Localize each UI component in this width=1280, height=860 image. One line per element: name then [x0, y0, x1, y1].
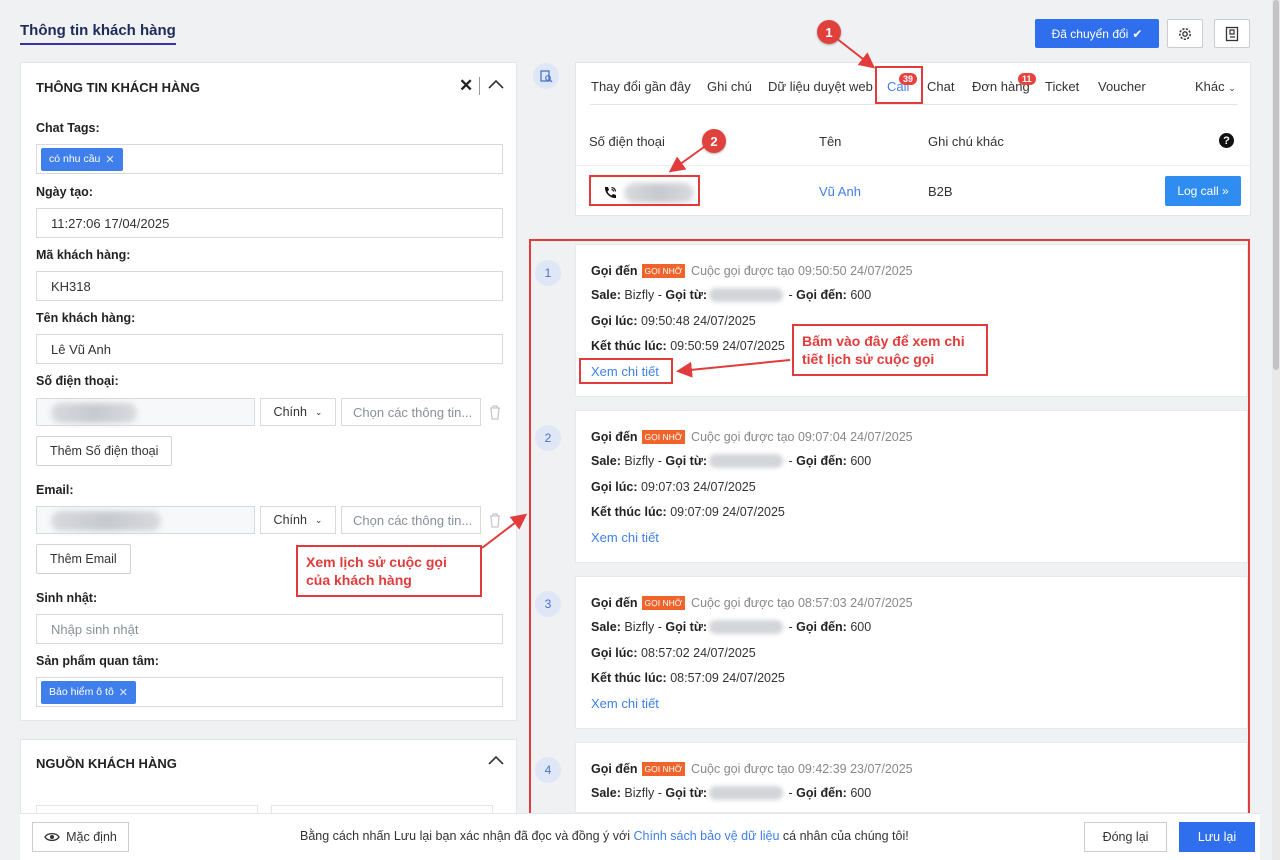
call-note: B2B — [928, 184, 953, 199]
birthday-field[interactable]: Nhập sinh nhật — [36, 614, 503, 644]
chat-tag: có nhu cầu ✕ — [41, 147, 123, 171]
remove-tag-icon[interactable]: ✕ — [105, 153, 114, 166]
tab-notes[interactable]: Ghi chú — [707, 79, 752, 94]
customer-info-heading: THÔNG TIN KHÁCH HÀNG — [36, 80, 200, 95]
col-note: Ghi chú khác — [928, 134, 1004, 149]
call-name[interactable]: Vũ Anh — [819, 184, 861, 199]
add-phone-button[interactable]: Thêm Số điện thoại — [36, 436, 173, 466]
close-icon[interactable]: ✕ — [459, 76, 473, 96]
email-type-select[interactable]: Chính ⌄ — [260, 506, 336, 534]
customer-info-card: THÔNG TIN KHÁCH HÀNG ✕ Chat Tags: có nhu… — [20, 62, 517, 721]
document-icon — [1225, 26, 1239, 41]
birthday-label: Sinh nhật: — [36, 591, 98, 605]
redacted-email — [51, 511, 161, 531]
order-count-badge: 11 — [1018, 73, 1036, 85]
gear-icon — [1179, 27, 1191, 40]
privacy-policy-link[interactable]: Chính sách bảo vệ dữ liệu — [633, 829, 779, 843]
tab-recent-changes[interactable]: Thay đổi gần đây — [591, 79, 691, 94]
customer-name-label: Tên khách hàng: — [36, 311, 136, 325]
phone-input[interactable] — [36, 398, 255, 426]
email-label: Email: — [36, 483, 74, 497]
chevron-down-icon: ⌄ — [1228, 83, 1236, 93]
chat-tags-label: Chat Tags: — [36, 121, 100, 135]
customer-code-field[interactable]: KH318 — [36, 271, 503, 301]
document-button[interactable] — [1214, 19, 1250, 48]
clipboard-search-icon[interactable] — [533, 63, 559, 89]
product-tag-text: Bảo hiểm ô tô — [49, 686, 114, 698]
save-button[interactable]: Lưu lại — [1179, 822, 1255, 852]
header-divider — [479, 77, 480, 95]
customer-source-card: NGUỒN KHÁCH HÀNG — [20, 739, 517, 820]
phone-type-select[interactable]: Chính ⌄ — [260, 398, 336, 426]
created-label: Ngày tạo: — [36, 185, 93, 199]
settings-button[interactable] — [1167, 19, 1203, 48]
customer-code-label: Mã khách hàng: — [36, 248, 131, 262]
col-name: Tên — [819, 134, 842, 149]
phone-label: Số điện thoại: — [36, 374, 119, 388]
email-type-value: Chính — [273, 513, 307, 527]
callout-call-history: Xem lịch sử cuộc gọi của khách hàng — [296, 545, 482, 597]
log-call-button[interactable]: Log call » — [1165, 176, 1241, 206]
chevron-down-icon: ⌄ — [314, 514, 323, 525]
phone-info-input[interactable]: Chọn các thông tin... — [341, 398, 481, 426]
scrollbar-thumb[interactable] — [1273, 0, 1279, 370]
consent-prefix: Bằng cách nhấn Lưu lại bạn xác nhận đã đ… — [300, 829, 634, 843]
row-divider — [576, 165, 1252, 166]
converted-label: Đã chuyển đổi — [1051, 26, 1129, 41]
page-title: Thông tin khách hàng — [20, 22, 176, 45]
chat-tag-text: có nhu cầu — [49, 153, 101, 165]
product-tag: Bảo hiểm ô tô ✕ — [41, 680, 137, 704]
chevron-up-icon[interactable] — [487, 752, 505, 770]
add-email-button[interactable]: Thêm Email — [36, 544, 131, 574]
clipboard-icon — [540, 70, 553, 83]
trash-icon[interactable] — [488, 512, 502, 528]
redacted-phone — [51, 403, 137, 423]
product-interest-field[interactable]: Bảo hiểm ô tô ✕ — [36, 677, 503, 707]
tab-web-data[interactable]: Dữ liệu duyệt web — [768, 79, 873, 94]
phone-type-value: Chính — [273, 405, 307, 419]
converted-button[interactable]: Đã chuyển đổi ✔ — [1035, 19, 1159, 48]
created-field[interactable]: 11:27:06 17/04/2025 — [36, 208, 503, 238]
chevron-up-icon[interactable] — [487, 76, 505, 94]
trash-icon[interactable] — [488, 404, 502, 420]
close-button[interactable]: Đóng lại — [1084, 822, 1167, 852]
help-icon[interactable]: ? — [1219, 133, 1234, 148]
remove-tag-icon[interactable]: ✕ — [119, 686, 128, 699]
eye-icon — [44, 832, 60, 842]
callout-view-detail: Bấm vào đây để xem chi tiết lịch sử cuộc… — [792, 324, 988, 376]
customer-name-field[interactable]: Lê Vũ Anh — [36, 334, 503, 364]
footer-bar: Mặc định Bằng cách nhấn Lưu lại bạn xác … — [20, 813, 1260, 860]
tab-ticket[interactable]: Ticket — [1045, 79, 1079, 94]
col-phone: Số điện thoại — [589, 134, 665, 149]
phone-highlight — [589, 175, 700, 206]
call-tab-highlight — [875, 66, 923, 104]
step-marker-2: 2 — [702, 129, 726, 153]
consent-text: Bằng cách nhấn Lưu lại bạn xác nhận đã đ… — [300, 829, 909, 843]
check-icon: ✔ — [1132, 26, 1143, 41]
chevron-down-icon: ⌄ — [314, 406, 323, 417]
customer-source-heading: NGUỒN KHÁCH HÀNG — [36, 756, 177, 771]
product-interest-label: Sản phẩm quan tâm: — [36, 654, 159, 668]
step-marker-1: 1 — [817, 20, 841, 44]
tab-divider — [590, 104, 1238, 105]
tab-chat[interactable]: Chat — [927, 79, 954, 94]
email-input[interactable] — [36, 506, 255, 534]
tab-voucher[interactable]: Voucher — [1098, 79, 1146, 94]
tab-more-label: Khác — [1195, 79, 1225, 94]
chat-tags-field[interactable]: có nhu cầu ✕ — [36, 144, 503, 174]
email-info-input[interactable]: Chọn các thông tin... — [341, 506, 481, 534]
default-button[interactable]: Mặc định — [32, 822, 129, 852]
default-label: Mặc định — [66, 830, 117, 844]
consent-suffix: cá nhân của chúng tôi! — [779, 829, 909, 843]
tab-more[interactable]: Khác ⌄ — [1195, 79, 1236, 94]
